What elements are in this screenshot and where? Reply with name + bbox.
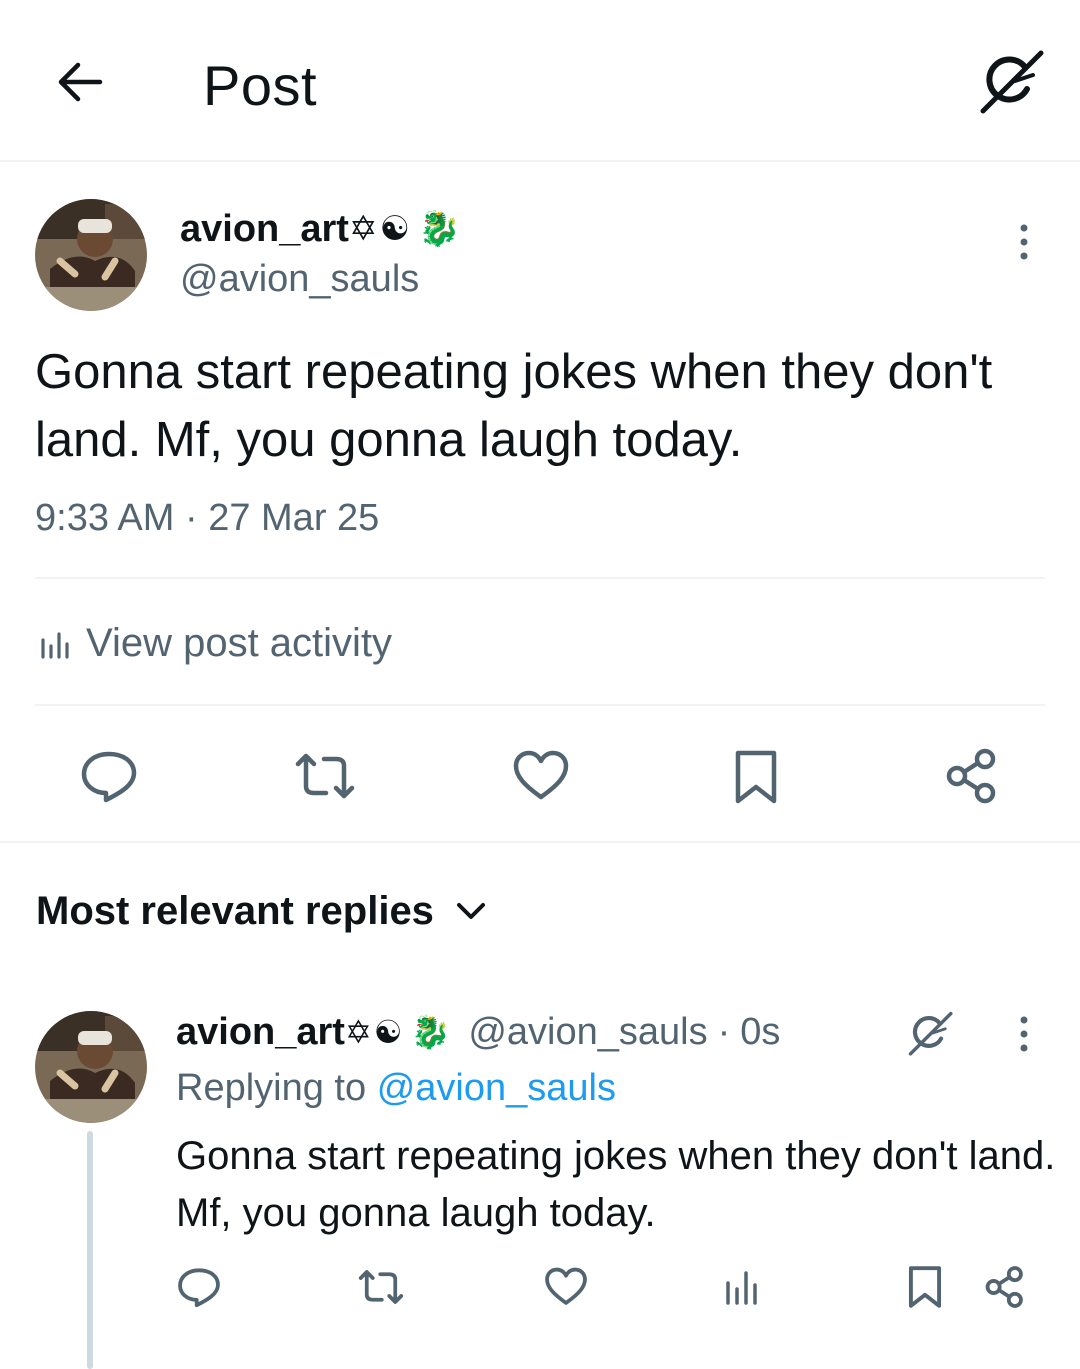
replies-sort-dropdown[interactable]: Most relevant replies [36,885,488,937]
bookmark-icon [735,750,777,804]
reply-views-button[interactable] [722,1266,760,1308]
grok-icon [980,50,1044,114]
section-divider [0,841,1080,843]
reply-button[interactable] [79,746,139,806]
dragon-emoji: 🐉 [417,210,461,248]
activity-label: View post activity [86,621,393,665]
more-options-button[interactable] [1014,222,1034,262]
share-icon [946,748,996,804]
reply-header: avion_art ✡ ☯ 🐉 @avion_sauls · 0s [176,1008,780,1056]
grok-button[interactable] [905,1008,955,1058]
bookmark-button[interactable] [732,748,780,806]
like-button[interactable] [511,746,571,806]
author-handle[interactable]: @avion_sauls [180,256,419,302]
repost-icon [358,1270,404,1304]
post-date: 27 Mar 25 [208,497,380,539]
avatar[interactable] [35,199,147,311]
reply-reply-button[interactable] [176,1264,222,1310]
reply-bookmark-button[interactable] [906,1264,944,1310]
repost-icon [295,753,355,799]
bookmark-icon [908,1266,942,1308]
reply-repost-button[interactable] [356,1266,406,1308]
star-of-david-emoji: ✡ [344,1014,372,1050]
arrow-left-icon [58,62,103,102]
star-of-david-emoji: ✡ [348,210,378,248]
reply-display-name[interactable]: avion_art [176,1008,345,1056]
dragon-emoji: 🐉 [410,1014,451,1050]
replies-sort-label: Most relevant replies [36,889,434,933]
post-timestamp[interactable]: 9:33 AM · 27 Mar 25 [35,493,379,543]
reply-handle[interactable]: @avion_sauls [468,1008,707,1056]
reply-more-options-button[interactable] [1014,1014,1034,1054]
meta-separator: · [717,1011,731,1053]
replying-to-label: Replying to [176,1067,367,1109]
chevron-down-icon [456,903,485,919]
replying-to-handle-link[interactable]: @avion_sauls [377,1067,616,1109]
divider [35,704,1045,706]
reply-share-button[interactable] [982,1264,1028,1310]
post-text: Gonna start repeating jokes when they do… [35,345,993,467]
author-name[interactable]: avion_art ✡ ☯ 🐉 [180,206,460,252]
display-name: avion_art [180,208,349,250]
reply-icon [178,1268,220,1308]
more-vertical-icon [1020,1016,1028,1052]
replying-to: Replying to @avion_sauls [176,1064,616,1112]
page-title: Post [203,54,318,117]
analytics-icon [41,632,69,659]
view-post-activity-link[interactable]: View post activity [38,617,392,669]
heart-icon [545,1267,587,1305]
heart-icon [513,750,569,800]
top-bar: Post [0,0,1080,162]
views-icon [726,1271,757,1305]
back-button[interactable] [50,52,110,112]
share-button[interactable] [942,746,1002,806]
reply-avatar[interactable] [35,1011,147,1123]
reply-text: Gonna start repeating jokes when they do… [176,1134,1056,1235]
grok-button[interactable] [975,45,1047,117]
reply-time[interactable]: 0s [740,1008,780,1056]
yin-yang-emoji: ☯ [373,1014,403,1050]
post-detail-screen: Post avion_art ✡ ☯ 🐉 @avion_sauls Gonna … [0,0,1080,1369]
reply-icon [81,751,137,803]
divider [35,577,1045,579]
reply-like-button[interactable] [543,1264,589,1310]
share-icon [985,1266,1023,1308]
repost-button[interactable] [292,748,358,804]
thread-line [87,1131,93,1369]
grok-icon [908,1011,953,1056]
more-vertical-icon [1020,224,1028,260]
yin-yang-emoji: ☯ [379,210,410,248]
post-time: 9:33 AM [35,497,175,539]
meta-separator: · [184,497,209,539]
